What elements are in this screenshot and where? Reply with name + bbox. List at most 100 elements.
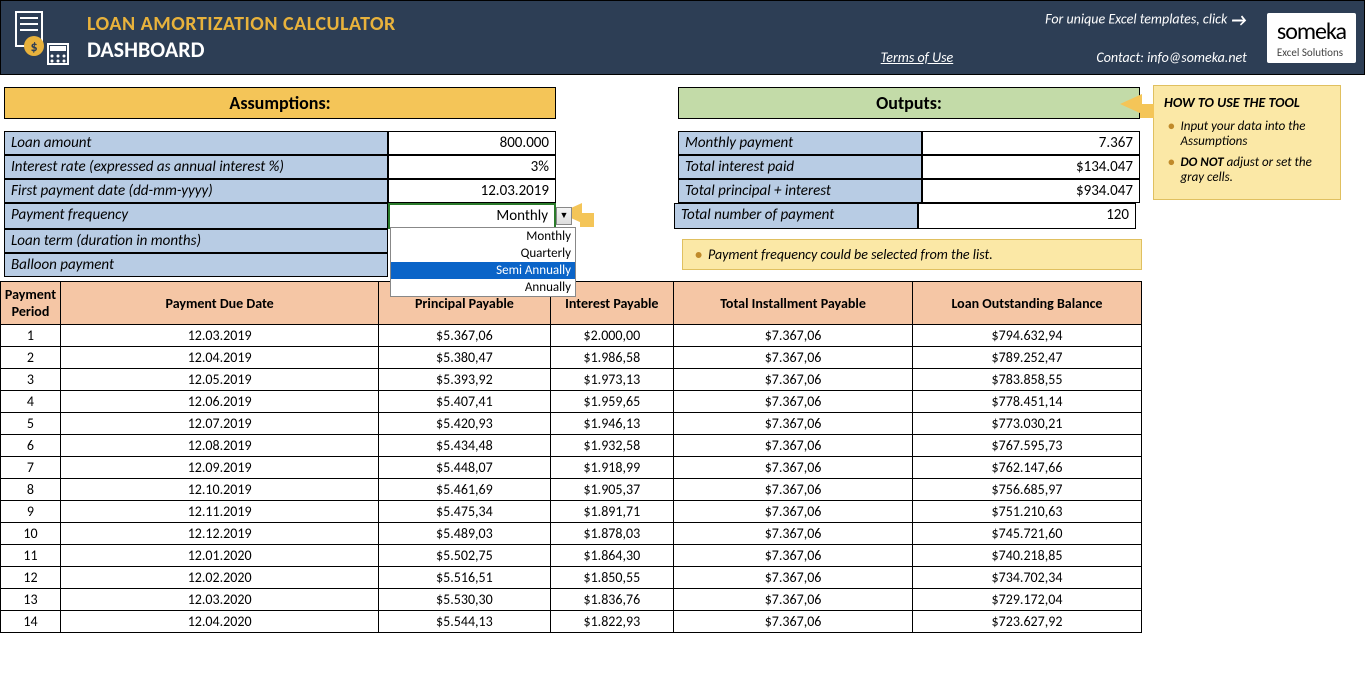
table-cell: $756.685,97 [912, 479, 1141, 501]
table-cell: $7.367,06 [674, 479, 913, 501]
table-cell: 12.08.2019 [60, 435, 378, 457]
dropdown-option-quarterly[interactable]: Quarterly [391, 245, 575, 262]
arrow-right-icon[interactable]: → [1231, 9, 1247, 31]
svg-text:$: $ [30, 38, 37, 55]
table-row[interactable]: 1412.04.2020$5.544,13$1.822,93$7.367,06$… [1, 611, 1142, 633]
interest-rate-label: Interest rate (expressed as annual inter… [4, 155, 388, 179]
payment-freq-dropdown-list[interactable]: Monthly Quarterly Semi Annually Annually [390, 227, 576, 297]
table-cell: $1.973,13 [550, 369, 674, 391]
payment-freq-select[interactable]: Monthly ▼ Monthly Quarterly Semi Annuall… [388, 203, 556, 229]
table-cell: $1.905,37 [550, 479, 674, 501]
table-cell: $5.407,41 [379, 391, 550, 413]
loan-amount-input[interactable]: 800.000 [388, 131, 556, 155]
payment-freq-value: Monthly [496, 207, 548, 225]
table-cell: $7.367,06 [674, 347, 913, 369]
table-cell: 5 [1, 413, 61, 435]
table-cell: $5.448,07 [379, 457, 550, 479]
dropdown-toggle-button[interactable]: ▼ [556, 207, 572, 225]
table-cell: 13 [1, 589, 61, 611]
table-cell: 12.01.2020 [60, 545, 378, 567]
table-cell: 12.04.2019 [60, 347, 378, 369]
monthly-payment-label: Monthly payment [678, 131, 922, 155]
table-row[interactable]: 812.10.2019$5.461,69$1.905,37$7.367,06$7… [1, 479, 1142, 501]
table-row[interactable]: 1012.12.2019$5.489,03$1.878,03$7.367,06$… [1, 523, 1142, 545]
table-cell: 12.09.2019 [60, 457, 378, 479]
th-balance: Loan Outstanding Balance [912, 282, 1141, 325]
th-total: Total Installment Payable [674, 282, 913, 325]
table-row[interactable]: 912.11.2019$5.475,34$1.891,71$7.367,06$7… [1, 501, 1142, 523]
table-cell: 11 [1, 545, 61, 567]
table-cell: $794.632,94 [912, 325, 1141, 347]
dropdown-option-annually[interactable]: Annually [391, 279, 575, 296]
table-cell: $5.367,06 [379, 325, 550, 347]
hint-text: Payment frequency could be selected from… [708, 246, 993, 263]
table-cell: $7.367,06 [674, 501, 913, 523]
table-row[interactable]: 1112.01.2020$5.502,75$1.864,30$7.367,06$… [1, 545, 1142, 567]
interest-rate-input[interactable]: 3% [388, 155, 556, 179]
table-cell: $7.367,06 [674, 413, 913, 435]
table-cell: $789.252,47 [912, 347, 1141, 369]
monthly-payment-value: 7.367 [922, 131, 1140, 155]
table-cell: 10 [1, 523, 61, 545]
table-cell: 12.03.2020 [60, 589, 378, 611]
table-cell: $7.367,06 [674, 457, 913, 479]
table-cell: $1.864,30 [550, 545, 674, 567]
app-logo-icon: $ [7, 3, 77, 73]
table-cell: $1.822,93 [550, 611, 674, 633]
logo-sub: Excel Solutions [1277, 46, 1346, 59]
table-cell: $7.367,06 [674, 391, 913, 413]
table-cell: $773.030,21 [912, 413, 1141, 435]
table-cell: 1 [1, 325, 61, 347]
table-cell: 4 [1, 391, 61, 413]
dropdown-option-monthly[interactable]: Monthly [391, 228, 575, 245]
table-cell: 12 [1, 567, 61, 589]
table-cell: 9 [1, 501, 61, 523]
note-title: HOW TO USE THE TOOL [1164, 94, 1330, 111]
loan-amount-label: Loan amount [4, 131, 388, 155]
outputs-header: Outputs: [678, 87, 1140, 119]
table-cell: $5.530,30 [379, 589, 550, 611]
dropdown-option-semi-annually[interactable]: Semi Annually [391, 262, 575, 279]
table-cell: $1.946,13 [550, 413, 674, 435]
table-row[interactable]: 1212.02.2020$5.516,51$1.850,55$7.367,06$… [1, 567, 1142, 589]
loan-term-label: Loan term (duration in months) [4, 229, 388, 253]
terms-link[interactable]: Terms of Use [881, 49, 954, 66]
table-cell: $5.393,92 [379, 369, 550, 391]
table-cell: $7.367,06 [674, 545, 913, 567]
table-cell: $7.367,06 [674, 567, 913, 589]
table-row[interactable]: 612.08.2019$5.434,48$1.932,58$7.367,06$7… [1, 435, 1142, 457]
table-cell: 12.02.2020 [60, 567, 378, 589]
table-cell: 12.11.2019 [60, 501, 378, 523]
note-arrow-icon [1120, 94, 1154, 118]
assumptions-header: Assumptions: [4, 87, 556, 119]
first-payment-input[interactable]: 12.03.2019 [388, 179, 556, 203]
table-cell: 12.03.2019 [60, 325, 378, 347]
table-row[interactable]: 512.07.2019$5.420,93$1.946,13$7.367,06$7… [1, 413, 1142, 435]
header-links: For unique Excel templates, click → Term… [881, 9, 1247, 66]
table-cell: $2.000,00 [550, 325, 674, 347]
app-title: LOAN AMORTIZATION CALCULATOR [87, 12, 881, 36]
hint-payment-frequency: •Payment frequency could be selected fro… [682, 239, 1142, 270]
someka-logo[interactable]: someka Excel Solutions [1267, 13, 1356, 63]
table-cell: $7.367,06 [674, 611, 913, 633]
table-row[interactable]: 112.03.2019$5.367,06$2.000,00$7.367,06$7… [1, 325, 1142, 347]
table-cell: $1.918,99 [550, 457, 674, 479]
payment-freq-label: Payment frequency [4, 203, 388, 229]
total-pi-label: Total principal + interest [678, 179, 922, 203]
table-row[interactable]: 712.09.2019$5.448,07$1.918,99$7.367,06$7… [1, 457, 1142, 479]
table-cell: $783.858,55 [912, 369, 1141, 391]
table-cell: $5.380,47 [379, 347, 550, 369]
num-payments-value: 120 [918, 203, 1136, 229]
table-cell: $1.891,71 [550, 501, 674, 523]
table-row[interactable]: 412.06.2019$5.407,41$1.959,65$7.367,06$7… [1, 391, 1142, 413]
th-period: Payment Period [1, 282, 61, 325]
app-subtitle: DASHBOARD [87, 36, 881, 63]
table-row[interactable]: 1312.03.2020$5.530,30$1.836,76$7.367,06$… [1, 589, 1142, 611]
table-cell: $723.627,92 [912, 611, 1141, 633]
table-cell: 12.06.2019 [60, 391, 378, 413]
table-cell: 6 [1, 435, 61, 457]
table-row[interactable]: 212.04.2019$5.380,47$1.986,58$7.367,06$7… [1, 347, 1142, 369]
how-to-note: HOW TO USE THE TOOL Input your data into… [1153, 85, 1341, 200]
table-cell: $767.595,73 [912, 435, 1141, 457]
table-row[interactable]: 312.05.2019$5.393,92$1.973,13$7.367,06$7… [1, 369, 1142, 391]
